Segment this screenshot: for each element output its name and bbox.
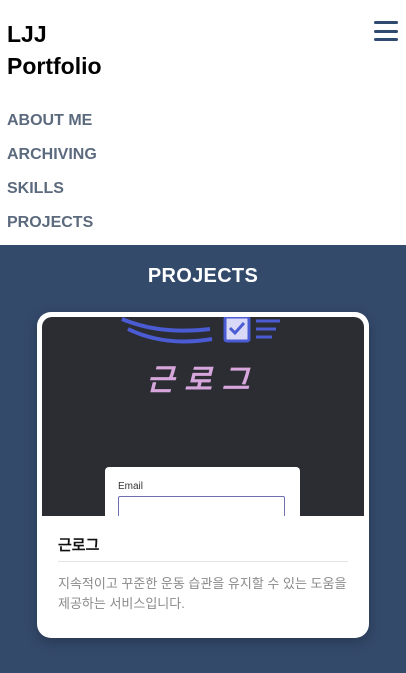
menu-bar (374, 38, 398, 41)
thumbnail-email-input (118, 496, 285, 516)
projects-section: PROJECTS 근로그 Email 근로그 지속적이고 꾸준한 운동 습관을 … (0, 245, 406, 673)
thumbnail-login-form: Email (105, 467, 300, 516)
nav-item-skills[interactable]: SKILLS (7, 178, 97, 212)
menu-bar (374, 21, 398, 24)
hamburger-menu-icon[interactable] (374, 19, 398, 43)
main-nav: ABOUT ME ARCHIVING SKILLS PROJECTS (7, 110, 97, 246)
card-body: 근로그 지속적이고 꾸준한 운동 습관을 유지할 수 있는 도움을 제공하는 서… (42, 516, 364, 614)
nav-item-archiving[interactable]: ARCHIVING (7, 144, 97, 178)
nav-item-about-me[interactable]: ABOUT ME (7, 110, 97, 144)
project-thumbnail: 근로그 Email (42, 317, 364, 516)
project-description: 지속적이고 꾸준한 운동 습관을 유지할 수 있는 도움을 제공하는 서비스입니… (58, 576, 347, 611)
project-title: 근로그 (58, 534, 348, 562)
logo-graphic (121, 317, 280, 344)
brand-logo[interactable]: LJJ Portfolio (7, 18, 102, 82)
brand-line-2: Portfolio (7, 53, 102, 79)
brand-line-1: LJJ (7, 21, 47, 47)
section-title: PROJECTS (147, 265, 259, 287)
project-card[interactable]: 근로그 Email 근로그 지속적이고 꾸준한 운동 습관을 유지할 수 있는 … (37, 312, 369, 638)
menu-bar (374, 29, 398, 33)
thumbnail-email-label: Email (118, 481, 144, 492)
nav-item-projects[interactable]: PROJECTS (7, 212, 97, 246)
thumbnail-logo-text: 근로그 (146, 363, 260, 398)
site-header: LJJ Portfolio ABOUT ME ARCHIVING SKILLS … (0, 0, 406, 245)
